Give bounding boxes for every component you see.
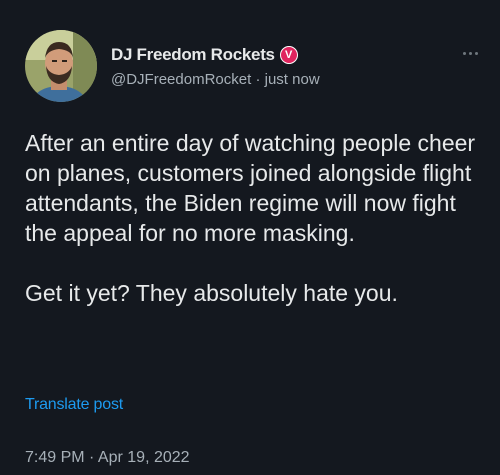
tweet-header: DJ Freedom Rockets V @DJFreedomRocket · … [25,30,320,102]
tweet-timestamp[interactable]: 7:49 PM · Apr 19, 2022 [25,449,190,467]
avatar-photo [25,30,97,102]
dot [463,52,466,55]
avatar[interactable] [25,30,97,102]
tweet-text: After an entire day of watching people c… [25,130,476,306]
more-dots-icon[interactable] [463,52,478,55]
display-name[interactable]: DJ Freedom Rockets [111,45,275,65]
dot [475,52,478,55]
author-info: DJ Freedom Rockets V @DJFreedomRocket · … [111,45,320,88]
time-ago[interactable]: just now [265,71,320,88]
translate-post-link[interactable]: Translate post [25,396,123,414]
tweet-card: DJ Freedom Rockets V @DJFreedomRocket · … [0,0,500,475]
display-name-row: DJ Freedom Rockets V [111,45,320,65]
dot [469,52,472,55]
handle-row: @DJFreedomRocket · just now [111,71,320,88]
verified-badge-icon: V [279,45,298,64]
separator: · [251,70,265,88]
handle[interactable]: @DJFreedomRocket [111,71,251,88]
